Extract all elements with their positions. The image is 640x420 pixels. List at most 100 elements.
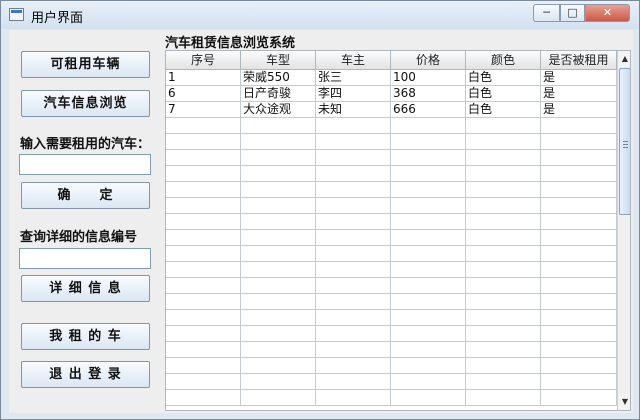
table-cell-id[interactable]: [166, 150, 241, 165]
table-cell-price[interactable]: [391, 278, 466, 293]
confirm-button[interactable]: 确 定: [21, 182, 150, 209]
table-row[interactable]: [166, 230, 617, 246]
column-header-owner[interactable]: 车主: [316, 51, 391, 69]
table-cell-price[interactable]: [391, 310, 466, 325]
table-cell-model[interactable]: [241, 230, 316, 245]
table-cell-color[interactable]: [466, 342, 541, 357]
table-cell-color[interactable]: [466, 310, 541, 325]
table-cell-model[interactable]: [241, 150, 316, 165]
table-cell-owner[interactable]: 张三: [316, 70, 391, 85]
table-cell-rented[interactable]: [541, 214, 617, 229]
table-cell-price[interactable]: [391, 294, 466, 309]
column-header-rented[interactable]: 是否被租用: [541, 51, 617, 69]
table-row[interactable]: 7 大众途观 未知 666 白色是: [166, 102, 617, 118]
table-row[interactable]: [166, 166, 617, 182]
table-cell-color[interactable]: [466, 118, 541, 133]
table-cell-color[interactable]: [466, 262, 541, 277]
table-cell-id[interactable]: [166, 214, 241, 229]
table-cell-model[interactable]: [241, 358, 316, 373]
table-row[interactable]: [166, 310, 617, 326]
maximize-button[interactable]: □: [560, 4, 585, 22]
table-cell-price[interactable]: [391, 326, 466, 341]
vertical-scrollbar[interactable]: ▲ ▼: [617, 51, 630, 410]
table-cell-owner[interactable]: [316, 278, 391, 293]
table-cell-owner[interactable]: 未知: [316, 102, 391, 117]
table-cell-id[interactable]: [166, 166, 241, 181]
table-cell-color[interactable]: [466, 278, 541, 293]
table-cell-color[interactable]: [466, 198, 541, 213]
table-cell-owner[interactable]: [316, 294, 391, 309]
table-cell-id[interactable]: 1: [166, 70, 241, 85]
table-cell-model[interactable]: [241, 374, 316, 389]
table-cell-id[interactable]: [166, 262, 241, 277]
table-cell-price[interactable]: [391, 118, 466, 133]
car-table[interactable]: 序号 车型 车主 价格 颜色 是否被租用 1 荣威550 张三 100 白色是 6 日产奇骏…: [165, 50, 631, 411]
table-cell-price[interactable]: [391, 246, 466, 261]
scroll-thumb[interactable]: [619, 68, 630, 215]
table-cell-rented[interactable]: 是: [541, 86, 617, 101]
table-cell-id[interactable]: [166, 374, 241, 389]
table-cell-owner[interactable]: [316, 214, 391, 229]
table-cell-color[interactable]: [466, 150, 541, 165]
table-row[interactable]: [166, 358, 617, 374]
table-cell-model[interactable]: [241, 326, 316, 341]
table-cell-rented[interactable]: 是: [541, 70, 617, 85]
title-bar[interactable]: 用户界面 ─ □ ✕: [1, 1, 639, 29]
detail-info-button[interactable]: 详 细 信 息: [21, 275, 150, 302]
table-cell-price[interactable]: 368: [391, 86, 466, 101]
table-cell-rented[interactable]: [541, 294, 617, 309]
table-cell-owner[interactable]: [316, 166, 391, 181]
table-cell-color[interactable]: [466, 134, 541, 149]
table-cell-rented[interactable]: [541, 310, 617, 325]
table-cell-price[interactable]: [391, 358, 466, 373]
scroll-down-arrow-icon[interactable]: ▼: [618, 394, 630, 410]
table-cell-model[interactable]: [241, 246, 316, 261]
table-cell-rented[interactable]: [541, 326, 617, 341]
table-cell-color[interactable]: [466, 374, 541, 389]
table-cell-owner[interactable]: [316, 390, 391, 405]
table-cell-id[interactable]: [166, 390, 241, 405]
table-row[interactable]: [166, 214, 617, 230]
table-cell-rented[interactable]: 是: [541, 102, 617, 117]
table-cell-id[interactable]: [166, 342, 241, 357]
table-cell-id[interactable]: [166, 326, 241, 341]
table-cell-price[interactable]: [391, 166, 466, 181]
table-cell-id[interactable]: [166, 310, 241, 325]
table-cell-model[interactable]: [241, 166, 316, 181]
table-cell-model[interactable]: 荣威550: [241, 70, 316, 85]
table-cell-price[interactable]: [391, 198, 466, 213]
table-cell-id[interactable]: [166, 246, 241, 261]
table-cell-model[interactable]: [241, 390, 316, 405]
table-cell-rented[interactable]: [541, 198, 617, 213]
table-cell-id[interactable]: 7: [166, 102, 241, 117]
table-cell-owner[interactable]: [316, 326, 391, 341]
table-cell-owner[interactable]: [316, 134, 391, 149]
table-cell-model[interactable]: 日产奇骏: [241, 86, 316, 101]
table-cell-price[interactable]: [391, 390, 466, 405]
table-cell-model[interactable]: [241, 278, 316, 293]
table-cell-id[interactable]: [166, 294, 241, 309]
table-cell-owner[interactable]: [316, 262, 391, 277]
table-row[interactable]: [166, 118, 617, 134]
table-cell-model[interactable]: [241, 198, 316, 213]
table-cell-model[interactable]: [241, 310, 316, 325]
table-cell-rented[interactable]: [541, 134, 617, 149]
table-cell-id[interactable]: [166, 118, 241, 133]
table-row[interactable]: [166, 134, 617, 150]
table-cell-color[interactable]: [466, 294, 541, 309]
table-cell-model[interactable]: [241, 118, 316, 133]
table-cell-rented[interactable]: [541, 230, 617, 245]
table-cell-price[interactable]: [391, 182, 466, 197]
table-cell-id[interactable]: [166, 198, 241, 213]
table-row[interactable]: [166, 150, 617, 166]
table-cell-color[interactable]: 白色: [466, 86, 541, 101]
column-header-color[interactable]: 颜色: [466, 51, 541, 69]
table-cell-color[interactable]: [466, 358, 541, 373]
close-button[interactable]: ✕: [585, 4, 630, 22]
table-cell-id[interactable]: [166, 134, 241, 149]
scroll-up-arrow-icon[interactable]: ▲: [618, 51, 630, 67]
table-cell-owner[interactable]: [316, 198, 391, 213]
column-header-model[interactable]: 车型: [241, 51, 316, 69]
table-cell-price[interactable]: 666: [391, 102, 466, 117]
table-cell-owner[interactable]: [316, 246, 391, 261]
